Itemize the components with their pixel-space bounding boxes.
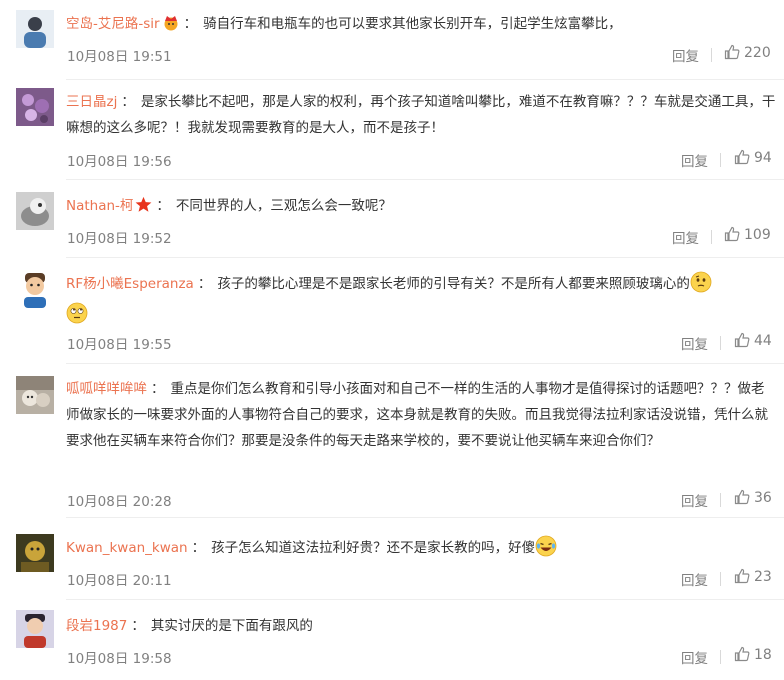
laughing-tears-emoji-icon <box>535 535 557 566</box>
reply-button[interactable]: 回复 <box>681 647 708 667</box>
comment-item: 呱呱咩咩哞哞：重点是你们怎么教育和引导小孩面对和自己不一样的生活的人事物才是值得… <box>0 364 784 518</box>
comment-time: 10月08日 19:58 <box>67 651 172 667</box>
comment-time: 10月08日 19:55 <box>67 337 172 353</box>
username-link[interactable]: 空岛-艾尼路-sir <box>66 16 160 32</box>
divider <box>720 153 721 167</box>
comment-text: 是家长攀比不起吧，那是人家的权利，再个孩子知道啥叫攀比，难道不在教育嘛？？？车就… <box>66 94 776 136</box>
reply-button[interactable]: 回复 <box>672 227 699 247</box>
comment-time: 10月08日 19:51 <box>67 49 172 65</box>
avatar[interactable] <box>16 534 54 572</box>
comment-body: RF杨小曦Esperanza： 孩子的攀比心理是不是跟家长老师的引导有关？不是所有… <box>66 271 776 333</box>
avatar[interactable] <box>16 10 54 48</box>
separator-colon: ： <box>131 618 145 634</box>
like-count: 44 <box>754 333 772 349</box>
divider <box>711 230 712 244</box>
comment-body: 呱呱咩咩哞哞：重点是你们怎么教育和引导小孩面对和自己不一样的生活的人事物才是值得… <box>66 376 776 454</box>
like-button[interactable]: 36 <box>734 489 772 506</box>
avatar[interactable] <box>16 270 54 308</box>
comment-body: 三日晶zj：是家长攀比不起吧，那是人家的权利，再个孩子知道啥叫攀比，难道不在教育… <box>66 89 776 141</box>
comment-text: 骑自行车和电瓶车的也可以要求其他家长别开车，引起学生炫富攀比， <box>203 16 622 32</box>
username-link[interactable]: 段岩1987 <box>66 618 127 634</box>
like-button[interactable]: 109 <box>724 226 771 243</box>
comment-text: 重点是你们怎么教育和引导小孩面对和自己不一样的生活的人事物才是值得探讨的话题吧？… <box>66 381 768 449</box>
like-count: 109 <box>744 227 771 243</box>
comment-time: 10月08日 20:11 <box>67 573 172 589</box>
comment-item: 三日晶zj：是家长攀比不起吧，那是人家的权利，再个孩子知道啥叫攀比，难道不在教育… <box>0 80 784 178</box>
thumbs-up-icon <box>734 568 750 584</box>
rolling-eyes-emoji-icon <box>66 302 88 333</box>
comment-body: Kwan_kwan_kwan： 孩子怎么知道这法拉利好贵？还不是家长教的吗，好傻 <box>66 535 776 566</box>
avatar[interactable] <box>16 192 54 230</box>
thumbs-up-icon <box>734 332 750 348</box>
like-count: 18 <box>754 647 772 663</box>
thumbs-up-icon <box>734 489 750 505</box>
comment-body: 空岛-艾尼路-sir ： 骑自行车和电瓶车的也可以要求其他家长别开车，引起学生炫富攀… <box>66 11 776 40</box>
comment-item: 空岛-艾尼路-sir ： 骑自行车和电瓶车的也可以要求其他家长别开车，引起学生炫富攀… <box>0 0 784 80</box>
like-count: 94 <box>754 150 772 166</box>
reply-button[interactable]: 回复 <box>672 45 699 65</box>
comment-time: 10月08日 19:56 <box>67 154 172 170</box>
comment-item: Kwan_kwan_kwan：孩子怎么知道这法拉利好贵？还不是家长教的吗，好傻 … <box>0 518 784 600</box>
crown-icon <box>162 14 180 40</box>
divider <box>720 572 721 586</box>
thumbs-up-icon <box>724 226 740 242</box>
like-button[interactable]: 18 <box>734 646 772 663</box>
divider <box>720 336 721 350</box>
divider <box>720 493 721 507</box>
username-link[interactable]: Nathan-柯 <box>66 198 133 214</box>
avatar[interactable] <box>16 610 54 648</box>
comment-item: Nathan-柯 ： 不同世界的人，三观怎么会一致呢？ 10月08日 19:52 回… <box>0 180 784 258</box>
comment-text: 其实讨厌的是下面有跟风的 <box>150 618 313 634</box>
separator-colon: ： <box>121 94 135 110</box>
separator-colon: ： <box>183 16 198 32</box>
like-count: 220 <box>744 45 771 61</box>
thumbs-up-icon <box>724 44 740 60</box>
separator-colon: ： <box>151 381 165 397</box>
comment-body: Nathan-柯 ： 不同世界的人，三观怎么会一致呢？ <box>66 193 776 222</box>
separator-colon: ： <box>191 540 206 556</box>
like-count: 36 <box>754 490 772 506</box>
username-link[interactable]: RF杨小曦Esperanza <box>66 276 194 292</box>
like-count: 23 <box>754 569 772 585</box>
red-star-icon <box>135 196 152 222</box>
username-link[interactable]: 三日晶zj <box>66 94 117 110</box>
divider <box>720 650 721 664</box>
avatar[interactable] <box>16 376 54 414</box>
comment-item: RF杨小曦Esperanza： 孩子的攀比心理是不是跟家长老师的引导有关？不是所有… <box>0 258 784 364</box>
reply-button[interactable]: 回复 <box>681 150 708 170</box>
separator-colon: ： <box>156 198 170 214</box>
like-button[interactable]: 94 <box>734 149 772 166</box>
comment-text: 孩子的攀比心理是不是跟家长老师的引导有关？不是所有人都要来照顾玻璃心的 <box>217 276 690 292</box>
comment-time: 10月08日 20:28 <box>67 494 172 510</box>
reply-button[interactable]: 回复 <box>681 569 708 589</box>
like-button[interactable]: 23 <box>734 568 772 585</box>
reply-button[interactable]: 回复 <box>681 333 708 353</box>
comment-text: 不同世界的人，三观怎么会一致呢？ <box>175 198 392 214</box>
comment-body: 段岩1987： 其实讨厌的是下面有跟风的 <box>66 613 776 639</box>
like-button[interactable]: 220 <box>724 44 771 61</box>
thumbs-up-icon <box>734 149 750 165</box>
comment-item: 段岩1987： 其实讨厌的是下面有跟风的 10月08日 19:58 回复 18 <box>0 600 784 680</box>
avatar[interactable] <box>16 88 54 126</box>
comment-text: 孩子怎么知道这法拉利好贵？还不是家长教的吗，好傻 <box>211 540 536 556</box>
username-link[interactable]: 呱呱咩咩哞哞 <box>66 381 147 397</box>
reply-button[interactable]: 回复 <box>681 490 708 510</box>
like-button[interactable]: 44 <box>734 332 772 349</box>
thumbs-up-icon <box>734 646 750 662</box>
comment-time: 10月08日 19:52 <box>67 231 172 247</box>
separator-colon: ： <box>197 276 212 292</box>
username-link[interactable]: Kwan_kwan_kwan <box>66 540 188 556</box>
thinking-emoji-icon <box>690 271 712 302</box>
divider <box>711 48 712 62</box>
